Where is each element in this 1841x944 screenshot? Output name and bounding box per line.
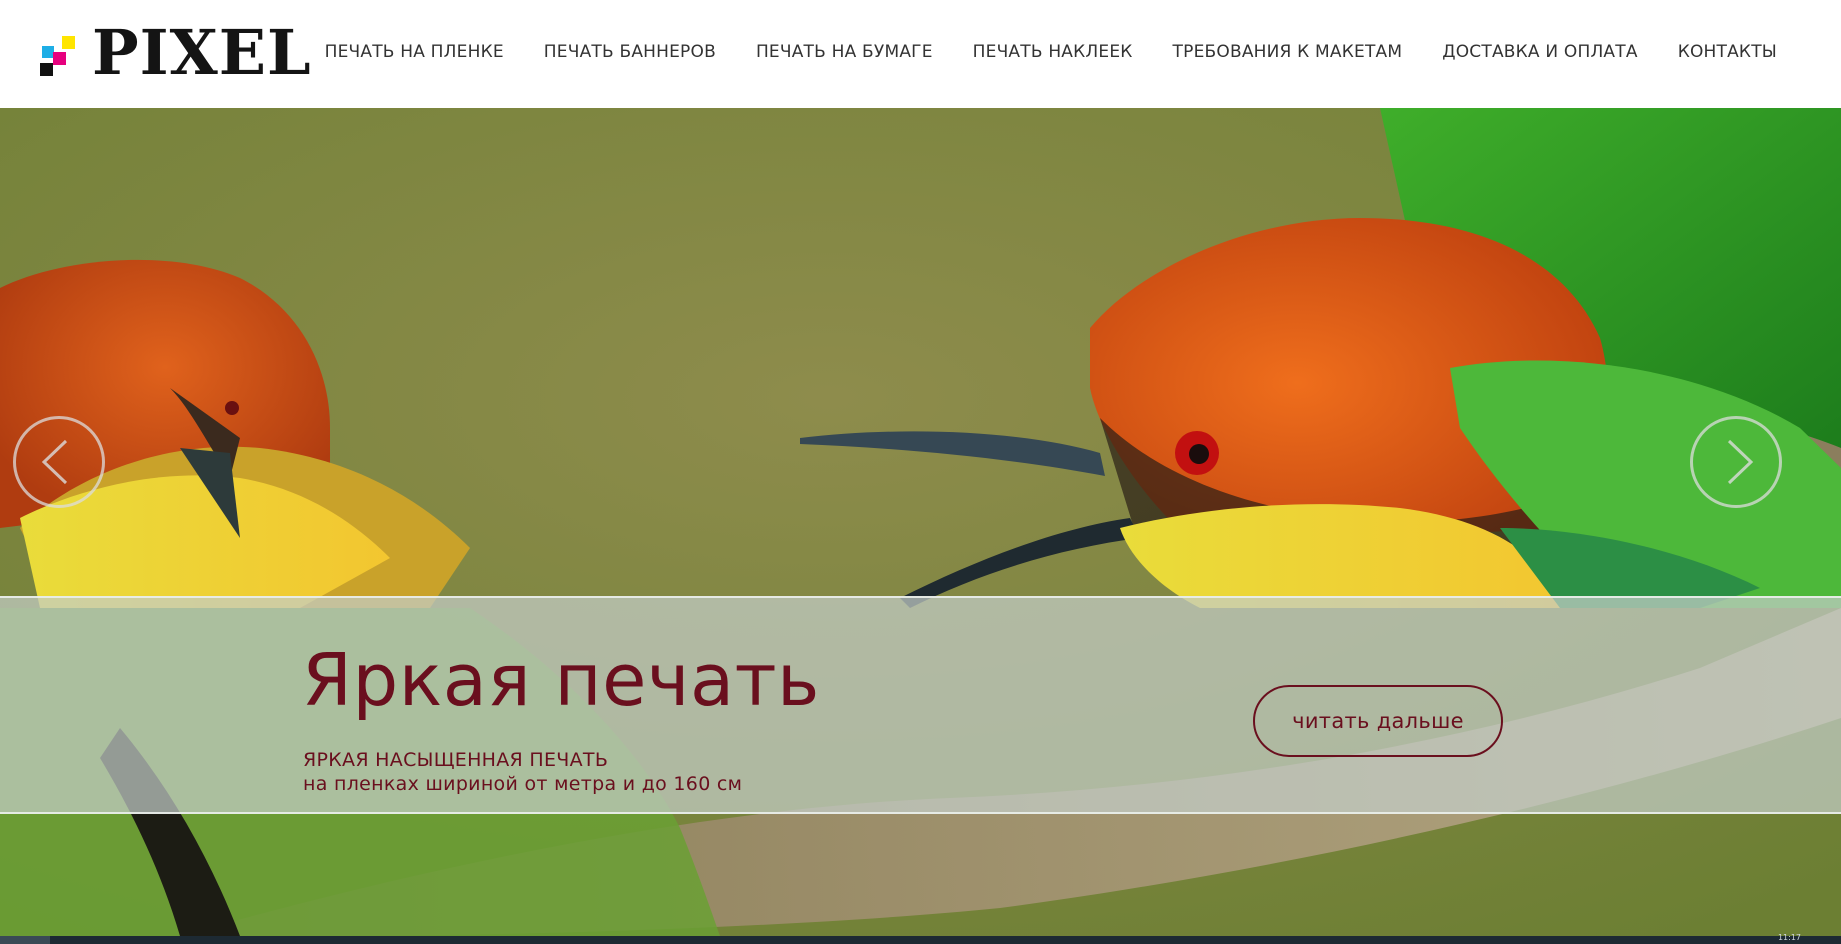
slide-title: Яркая печать: [302, 638, 820, 722]
start-button[interactable]: [0, 936, 50, 944]
chevron-left-icon: [41, 439, 68, 485]
nav-item-sticker-printing[interactable]: ПЕЧАТЬ НАКЛЕЕК: [973, 40, 1133, 64]
os-taskbar: 11:17: [0, 933, 1841, 944]
nav-item-paper-printing[interactable]: ПЕЧАТЬ НА БУМАГЕ: [756, 40, 933, 64]
chevron-right-icon: [1727, 439, 1754, 485]
hero-slider: Яркая печать ЯРКАЯ НАСЫЩЕННАЯ ПЕЧАТЬ на …: [0, 108, 1841, 936]
read-more-button[interactable]: читать дальше: [1253, 685, 1503, 757]
site-logo[interactable]: PIXEL: [38, 22, 312, 84]
nav-item-contacts[interactable]: КОНТАКТЫ: [1678, 40, 1777, 64]
site-header: PIXEL ПЕЧАТЬ НА ПЛЕНКЕ ПЕЧАТЬ БАННЕРОВ П…: [0, 0, 1841, 108]
slider-next-button[interactable]: [1690, 416, 1782, 508]
page: PIXEL ПЕЧАТЬ НА ПЛЕНКЕ ПЕЧАТЬ БАННЕРОВ П…: [0, 0, 1841, 944]
slide-caption: Яркая печать ЯРКАЯ НАСЫЩЕННАЯ ПЕЧАТЬ на …: [0, 596, 1841, 814]
logo-squares-icon: [38, 36, 76, 76]
slide-subtitle-line2: на пленках шириной от метра и до 160 см: [303, 773, 743, 795]
main-nav: ПЕЧАТЬ НА ПЛЕНКЕ ПЕЧАТЬ БАННЕРОВ ПЕЧАТЬ …: [325, 40, 1777, 64]
logo-text: PIXEL: [92, 16, 312, 89]
nav-item-delivery-payment[interactable]: ДОСТАВКА И ОПЛАТА: [1442, 40, 1637, 64]
nav-item-film-printing[interactable]: ПЕЧАТЬ НА ПЛЕНКЕ: [325, 40, 504, 64]
nav-item-layout-requirements[interactable]: ТРЕБОВАНИЯ К МАКЕТАМ: [1173, 40, 1403, 64]
slider-prev-button[interactable]: [13, 416, 105, 508]
slide-subtitle-line1: ЯРКАЯ НАСЫЩЕННАЯ ПЕЧАТЬ: [303, 749, 609, 771]
taskbar-clock: 11:17: [1777, 933, 1801, 942]
nav-item-banner-printing[interactable]: ПЕЧАТЬ БАННЕРОВ: [544, 40, 716, 64]
